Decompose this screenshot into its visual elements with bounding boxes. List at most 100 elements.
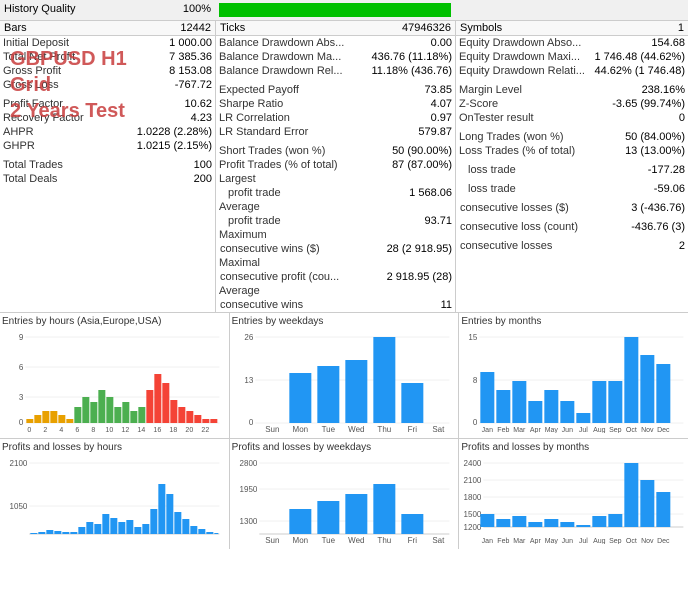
profits-months-title: Profits and losses by months: [461, 441, 686, 454]
table-row: profit trade93.71: [216, 214, 455, 228]
svg-text:Wed: Wed: [348, 536, 364, 544]
ticks-value: 47946326: [402, 22, 451, 34]
table-row: profit trade1 568.06: [216, 186, 455, 200]
ticks-row: Ticks 47946326: [215, 21, 455, 35]
mid-stats-table: Balance Drawdown Abs...0.00 Balance Draw…: [216, 36, 455, 312]
lr-std-error-label: LR Standard Error: [216, 125, 360, 139]
table-row: Gross Loss-767.72: [0, 78, 215, 92]
table-row: Equity Drawdown Relati...44.62% (1 746.4…: [456, 64, 688, 78]
svg-text:Mon: Mon: [292, 536, 308, 544]
ghpr-label: GHPR: [0, 139, 111, 153]
table-row: Largest: [216, 172, 455, 186]
profits-charts-row: Profits and losses by hours 2100 1050: [0, 439, 688, 549]
svg-text:Thu: Thu: [377, 536, 391, 544]
table-row: Initial Deposit1 000.00: [0, 36, 215, 50]
svg-text:Nov: Nov: [641, 538, 654, 544]
svg-text:1050: 1050: [10, 502, 28, 511]
total-trades-label: Total Trades: [0, 158, 111, 172]
symbols-label: Symbols: [460, 22, 502, 34]
max-consec-wins-value: [360, 228, 455, 242]
eq-dd-abs-label: Equity Drawdown Abso...: [456, 36, 590, 50]
svg-text:1300: 1300: [239, 517, 257, 526]
table-row: consecutive wins ($)28 (2 918.95): [216, 242, 455, 256]
svg-text:0: 0: [473, 418, 478, 427]
history-quality-label: History Quality: [4, 3, 76, 15]
svg-text:Sat: Sat: [432, 536, 445, 544]
svg-text:Sep: Sep: [609, 427, 622, 433]
history-quality-value: 100%: [183, 3, 211, 15]
svg-text:Sun: Sun: [265, 536, 279, 544]
table-row: consecutive wins11: [216, 298, 455, 312]
bal-dd-max-value: 436.76 (11.18%): [360, 50, 455, 64]
profits-hours-svg: 2100 1050: [2, 454, 227, 544]
largest-value: [360, 172, 455, 186]
svg-text:0: 0: [27, 427, 31, 433]
profit-factor-label: Profit Factor: [0, 97, 111, 111]
average-value: [360, 200, 455, 214]
table-row: Short Trades (won %)50 (90.00%): [216, 144, 455, 158]
avg-profit-label: profit trade: [216, 214, 360, 228]
table-row: Average: [216, 200, 455, 214]
svg-text:Mon: Mon: [292, 425, 308, 433]
svg-text:1800: 1800: [464, 493, 482, 502]
lr-correlation-label: LR Correlation: [216, 111, 360, 125]
table-row: Sharpe Ratio4.07: [216, 97, 455, 111]
table-row: Total Net Profit7 385.36: [0, 50, 215, 64]
svg-text:Fri: Fri: [407, 536, 417, 544]
table-row: Balance Drawdown Ma...436.76 (11.18%): [216, 50, 455, 64]
long-trades-label: Long Trades (won %): [456, 130, 590, 144]
gross-loss-label: Gross Loss: [0, 78, 111, 92]
svg-text:18: 18: [169, 427, 177, 433]
svg-text:2800: 2800: [239, 459, 257, 468]
short-trades-value: 50 (90.00%): [360, 144, 455, 158]
bal-dd-abs-label: Balance Drawdown Abs...: [216, 36, 360, 50]
max-consec-wins-dollar-label: consecutive wins ($): [216, 242, 360, 256]
table-row: AHPR1.0228 (2.28%): [0, 125, 215, 139]
svg-text:May: May: [545, 427, 559, 433]
profits-months-svg: 2400 2100 1800 1500 1200: [461, 454, 686, 544]
svg-text:Jan: Jan: [482, 427, 493, 433]
largest-loss-label: loss trade: [456, 163, 590, 177]
ticks-symbols-section: [455, 2, 688, 18]
svg-text:6: 6: [19, 363, 24, 372]
avg2-value: [360, 284, 455, 298]
table-row: Balance Drawdown Rel...11.18% (436.76): [216, 64, 455, 78]
svg-text:Feb: Feb: [498, 538, 510, 544]
profits-hours-chart: Profits and losses by hours 2100 1050: [0, 439, 230, 549]
short-trades-label: Short Trades (won %): [216, 144, 360, 158]
max-consec-losses-label: consecutive losses ($): [456, 201, 590, 215]
net-profit-label: Total Net Profit: [0, 50, 111, 64]
table-row: Total Deals200: [0, 172, 215, 186]
entries-weekdays-chart: Entries by weekdays 26 13 0 Sun Mon T: [230, 313, 460, 438]
table-row: Maximal: [216, 256, 455, 270]
gross-loss-value: -767.72: [111, 78, 215, 92]
entries-hours-svg: 9 6 3 0: [2, 328, 227, 433]
avg-consec-losses-label: consecutive losses: [456, 239, 590, 253]
svg-text:1950: 1950: [239, 485, 257, 494]
max-profit-cou-value: 2 918.95 (28): [360, 270, 455, 284]
sharpe-ratio-label: Sharpe Ratio: [216, 97, 360, 111]
bars-value: 12442: [180, 22, 211, 34]
table-row: Profit Trades (% of total)87 (87.00%): [216, 158, 455, 172]
svg-text:1200: 1200: [464, 523, 482, 532]
svg-text:Jul: Jul: [579, 427, 588, 433]
gross-profit-value: 8 153.08: [111, 64, 215, 78]
profit-trades-label: Profit Trades (% of total): [216, 158, 360, 172]
max-consec-loss-count-value: -436.76 (3): [590, 220, 688, 234]
table-row: Expected Payoff73.85: [216, 83, 455, 97]
bal-dd-rel-label: Balance Drawdown Rel...: [216, 64, 360, 78]
svg-text:Sun: Sun: [265, 425, 279, 433]
eq-dd-max-value: 1 746.48 (44.62%): [590, 50, 688, 64]
table-row: Total Trades100: [0, 158, 215, 172]
z-score-value: -3.65 (99.74%): [590, 97, 688, 111]
ahpr-value: 1.0228 (2.28%): [111, 125, 215, 139]
average-label: Average: [216, 200, 360, 214]
table-row: OnTester result0: [456, 111, 688, 125]
bars-section: [215, 2, 455, 18]
table-row: Long Trades (won %)50 (84.00%): [456, 130, 688, 144]
svg-text:Sat: Sat: [432, 425, 445, 433]
table-row: loss trade-177.28: [456, 163, 688, 177]
table-row: Equity Drawdown Maxi...1 746.48 (44.62%): [456, 50, 688, 64]
svg-text:Tue: Tue: [321, 425, 335, 433]
svg-text:Jan: Jan: [482, 538, 493, 544]
